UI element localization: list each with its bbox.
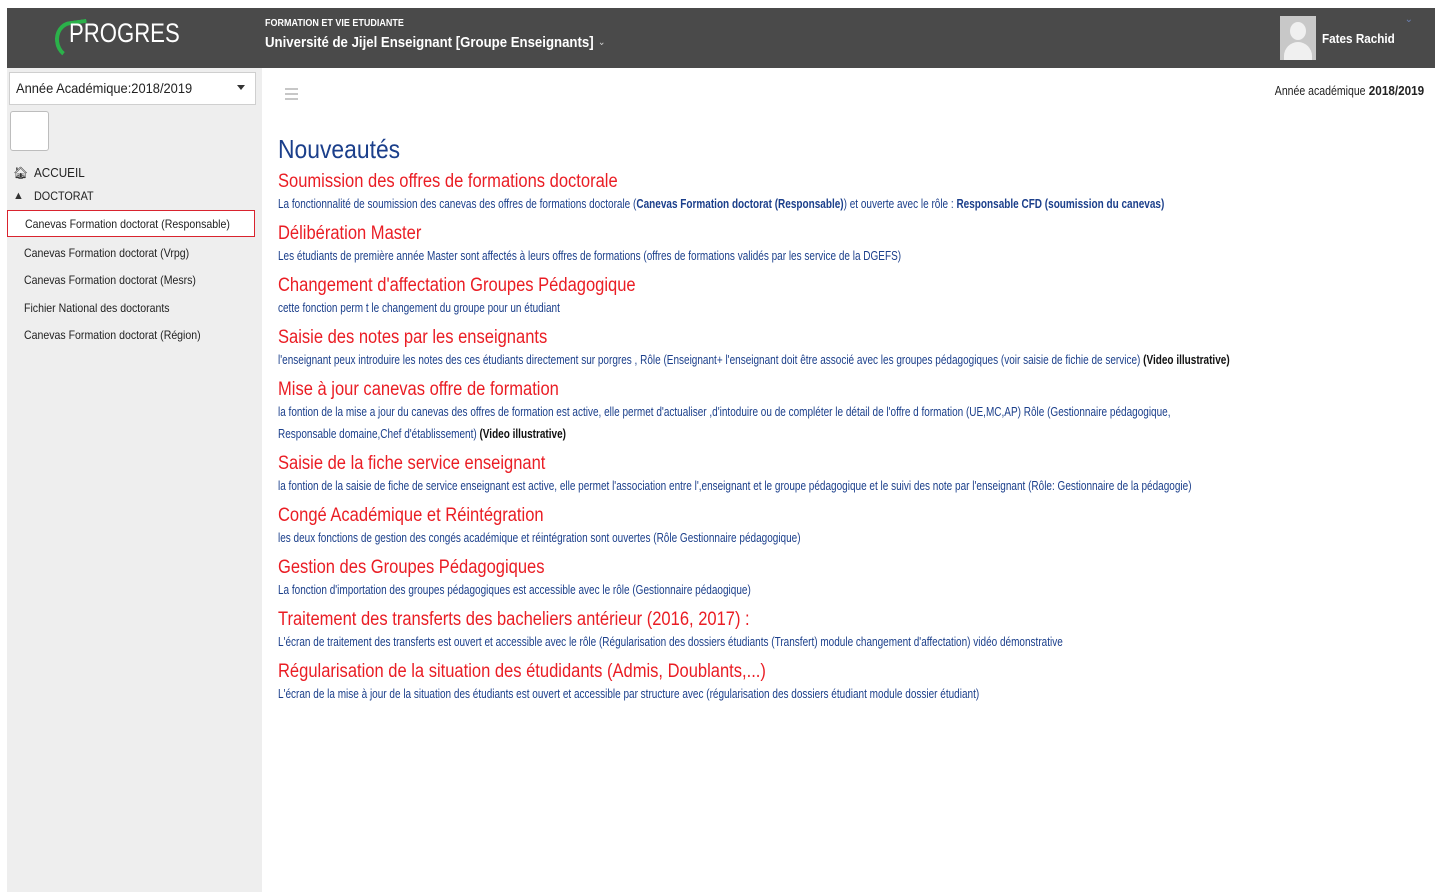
academic-year-value: Année Académique:2018/2019 bbox=[16, 80, 193, 96]
sidebar-item-label: Fichier National des doctorants bbox=[24, 301, 170, 315]
year-value: 2018/2019 bbox=[1368, 83, 1424, 98]
news-keyword: Responsable CFD (soumission du canevas) bbox=[956, 197, 1165, 211]
sidebar: Année Académique:2018/2019 🏠︎ ACCUEIL ▲ … bbox=[7, 68, 262, 892]
news-title[interactable]: Délibération Master bbox=[278, 222, 1428, 245]
news-item: Délibération Master Les étudiants de pre… bbox=[278, 222, 1428, 267]
sidebar-item-fichier-national[interactable]: Fichier National des doctorants bbox=[24, 301, 189, 315]
news-title[interactable]: Soumission des offres de formations doct… bbox=[278, 170, 1428, 193]
academic-year-select[interactable]: Année Académique:2018/2019 bbox=[9, 72, 256, 105]
academic-year-label: Année académique 2018/2019 bbox=[1247, 83, 1424, 98]
sidebar-item-label: ACCUEIL bbox=[34, 165, 85, 180]
news-description: la fontion de la saisie de fiche de serv… bbox=[278, 479, 1192, 493]
home-icon: 🏠︎ bbox=[13, 165, 29, 180]
news-description: La fonctionnalité de soumission des cane… bbox=[278, 197, 1165, 211]
graduation-cap-icon: ▲ bbox=[13, 190, 24, 202]
sidebar-item-doctorat[interactable]: ▲ DOCTORAT bbox=[13, 189, 100, 203]
sidebar-item-label: Canevas Formation doctorat (Vrpg) bbox=[24, 246, 190, 260]
page-title: Nouveautés bbox=[278, 134, 401, 164]
news-description: L'écran de la mise à jour de la situatio… bbox=[278, 687, 980, 701]
sidebar-item-canevas-mesrs[interactable]: Canevas Formation doctorat (Mesrs) bbox=[24, 273, 219, 287]
news-title[interactable]: Gestion des Groupes Pédagogiques bbox=[278, 556, 1428, 579]
news-description: la fontion de la mise a jour du canevas … bbox=[278, 405, 1171, 419]
news-keyword: Canevas Formation doctorat (Responsable) bbox=[636, 197, 844, 211]
video-link[interactable]: (Video illustrative) bbox=[479, 427, 566, 441]
news-description: L'écran de traitement des transferts est… bbox=[278, 635, 1063, 649]
progres-logo[interactable]: PROGRES bbox=[7, 8, 262, 68]
news-item: Congé Académique et Réintégration les de… bbox=[278, 504, 1428, 549]
video-link[interactable]: (Video illustrative) bbox=[1143, 353, 1230, 367]
news-item: Gestion des Groupes Pédagogiques La fonc… bbox=[278, 556, 1428, 601]
news-description: La fonction d'importation des groupes pé… bbox=[278, 583, 751, 597]
avatar bbox=[1280, 16, 1317, 60]
news-item: Mise à jour canevas offre de formation l… bbox=[278, 378, 1428, 445]
news-description: Les étudiants de première année Master s… bbox=[278, 249, 902, 263]
year-prefix: Année académique bbox=[1274, 83, 1366, 98]
news-title[interactable]: Régularisation de la situation des étudi… bbox=[278, 660, 1428, 683]
news-title[interactable]: Congé Académique et Réintégration bbox=[278, 504, 1428, 527]
news-title[interactable]: Saisie des notes par les enseignants bbox=[278, 326, 1428, 349]
header-subtitle: FORMATION ET VIE ETUDIANTE bbox=[265, 18, 404, 29]
clipped-menu-item bbox=[27, 353, 227, 357]
sidebar-item-label: DOCTORAT bbox=[34, 189, 94, 203]
user-menu[interactable]: Fates Rachid ⌄ bbox=[1280, 8, 1435, 68]
menu-toggle-icon[interactable] bbox=[285, 88, 298, 103]
sidebar-item-canevas-region[interactable]: Canevas Formation doctorat (Région) bbox=[24, 328, 225, 342]
sidebar-item-label: Canevas Formation doctorat (Responsable) bbox=[25, 217, 230, 231]
user-chevron-icon: ⌄ bbox=[1404, 14, 1413, 25]
news-title[interactable]: Saisie de la fiche service enseignant bbox=[278, 452, 1428, 475]
sidebar-item-accueil[interactable]: 🏠︎ ACCUEIL bbox=[13, 165, 90, 180]
user-name: Fates Rachid bbox=[1322, 30, 1395, 46]
sidebar-item-canevas-vrpg[interactable]: Canevas Formation doctorat (Vrpg) bbox=[24, 246, 212, 260]
blank-widget-box[interactable] bbox=[10, 111, 49, 151]
caret-down-icon bbox=[237, 85, 245, 90]
sidebar-item-label: Canevas Formation doctorat (Région) bbox=[24, 328, 201, 342]
news-description: l'enseignant peux introduire les notes d… bbox=[278, 353, 1230, 367]
news-title[interactable]: Changement d'affectation Groupes Pédagog… bbox=[278, 274, 1428, 297]
top-header-bar: PROGRES FORMATION ET VIE ETUDIANTE Unive… bbox=[7, 8, 1435, 68]
header-titles: FORMATION ET VIE ETUDIANTE Université de… bbox=[265, 18, 652, 51]
logo-text: PROGRES bbox=[69, 18, 180, 48]
news-item: Régularisation de la situation des étudi… bbox=[278, 660, 1428, 705]
news-item: Saisie des notes par les enseignants l'e… bbox=[278, 326, 1428, 371]
news-title[interactable]: Traitement des transferts des bacheliers… bbox=[278, 608, 1428, 631]
news-description: les deux fonctions de gestion des congés… bbox=[278, 531, 801, 545]
news-item: Soumission des offres de formations doct… bbox=[278, 170, 1428, 215]
news-description-cont: Responsable domaine,Chef d'établissement… bbox=[278, 427, 566, 441]
news-description: cette fonction perm t le changement du g… bbox=[278, 301, 560, 315]
news-title[interactable]: Mise à jour canevas offre de formation bbox=[278, 378, 1428, 401]
sidebar-item-canevas-responsable[interactable]: Canevas Formation doctorat (Responsable) bbox=[7, 210, 255, 237]
news-list: Soumission des offres de formations doct… bbox=[278, 170, 1428, 715]
establishment-selector[interactable]: Université de Jijel Enseignant [Groupe E… bbox=[265, 34, 605, 51]
sidebar-item-label: Canevas Formation doctorat (Mesrs) bbox=[24, 273, 196, 287]
news-item: Saisie de la fiche service enseignant la… bbox=[278, 452, 1428, 497]
news-item: Changement d'affectation Groupes Pédagog… bbox=[278, 274, 1428, 319]
establishment-title: Université de Jijel Enseignant [Groupe E… bbox=[265, 34, 594, 51]
news-item: Traitement des transferts des bacheliers… bbox=[278, 608, 1428, 653]
chevron-down-icon: ⌄ bbox=[598, 37, 606, 48]
